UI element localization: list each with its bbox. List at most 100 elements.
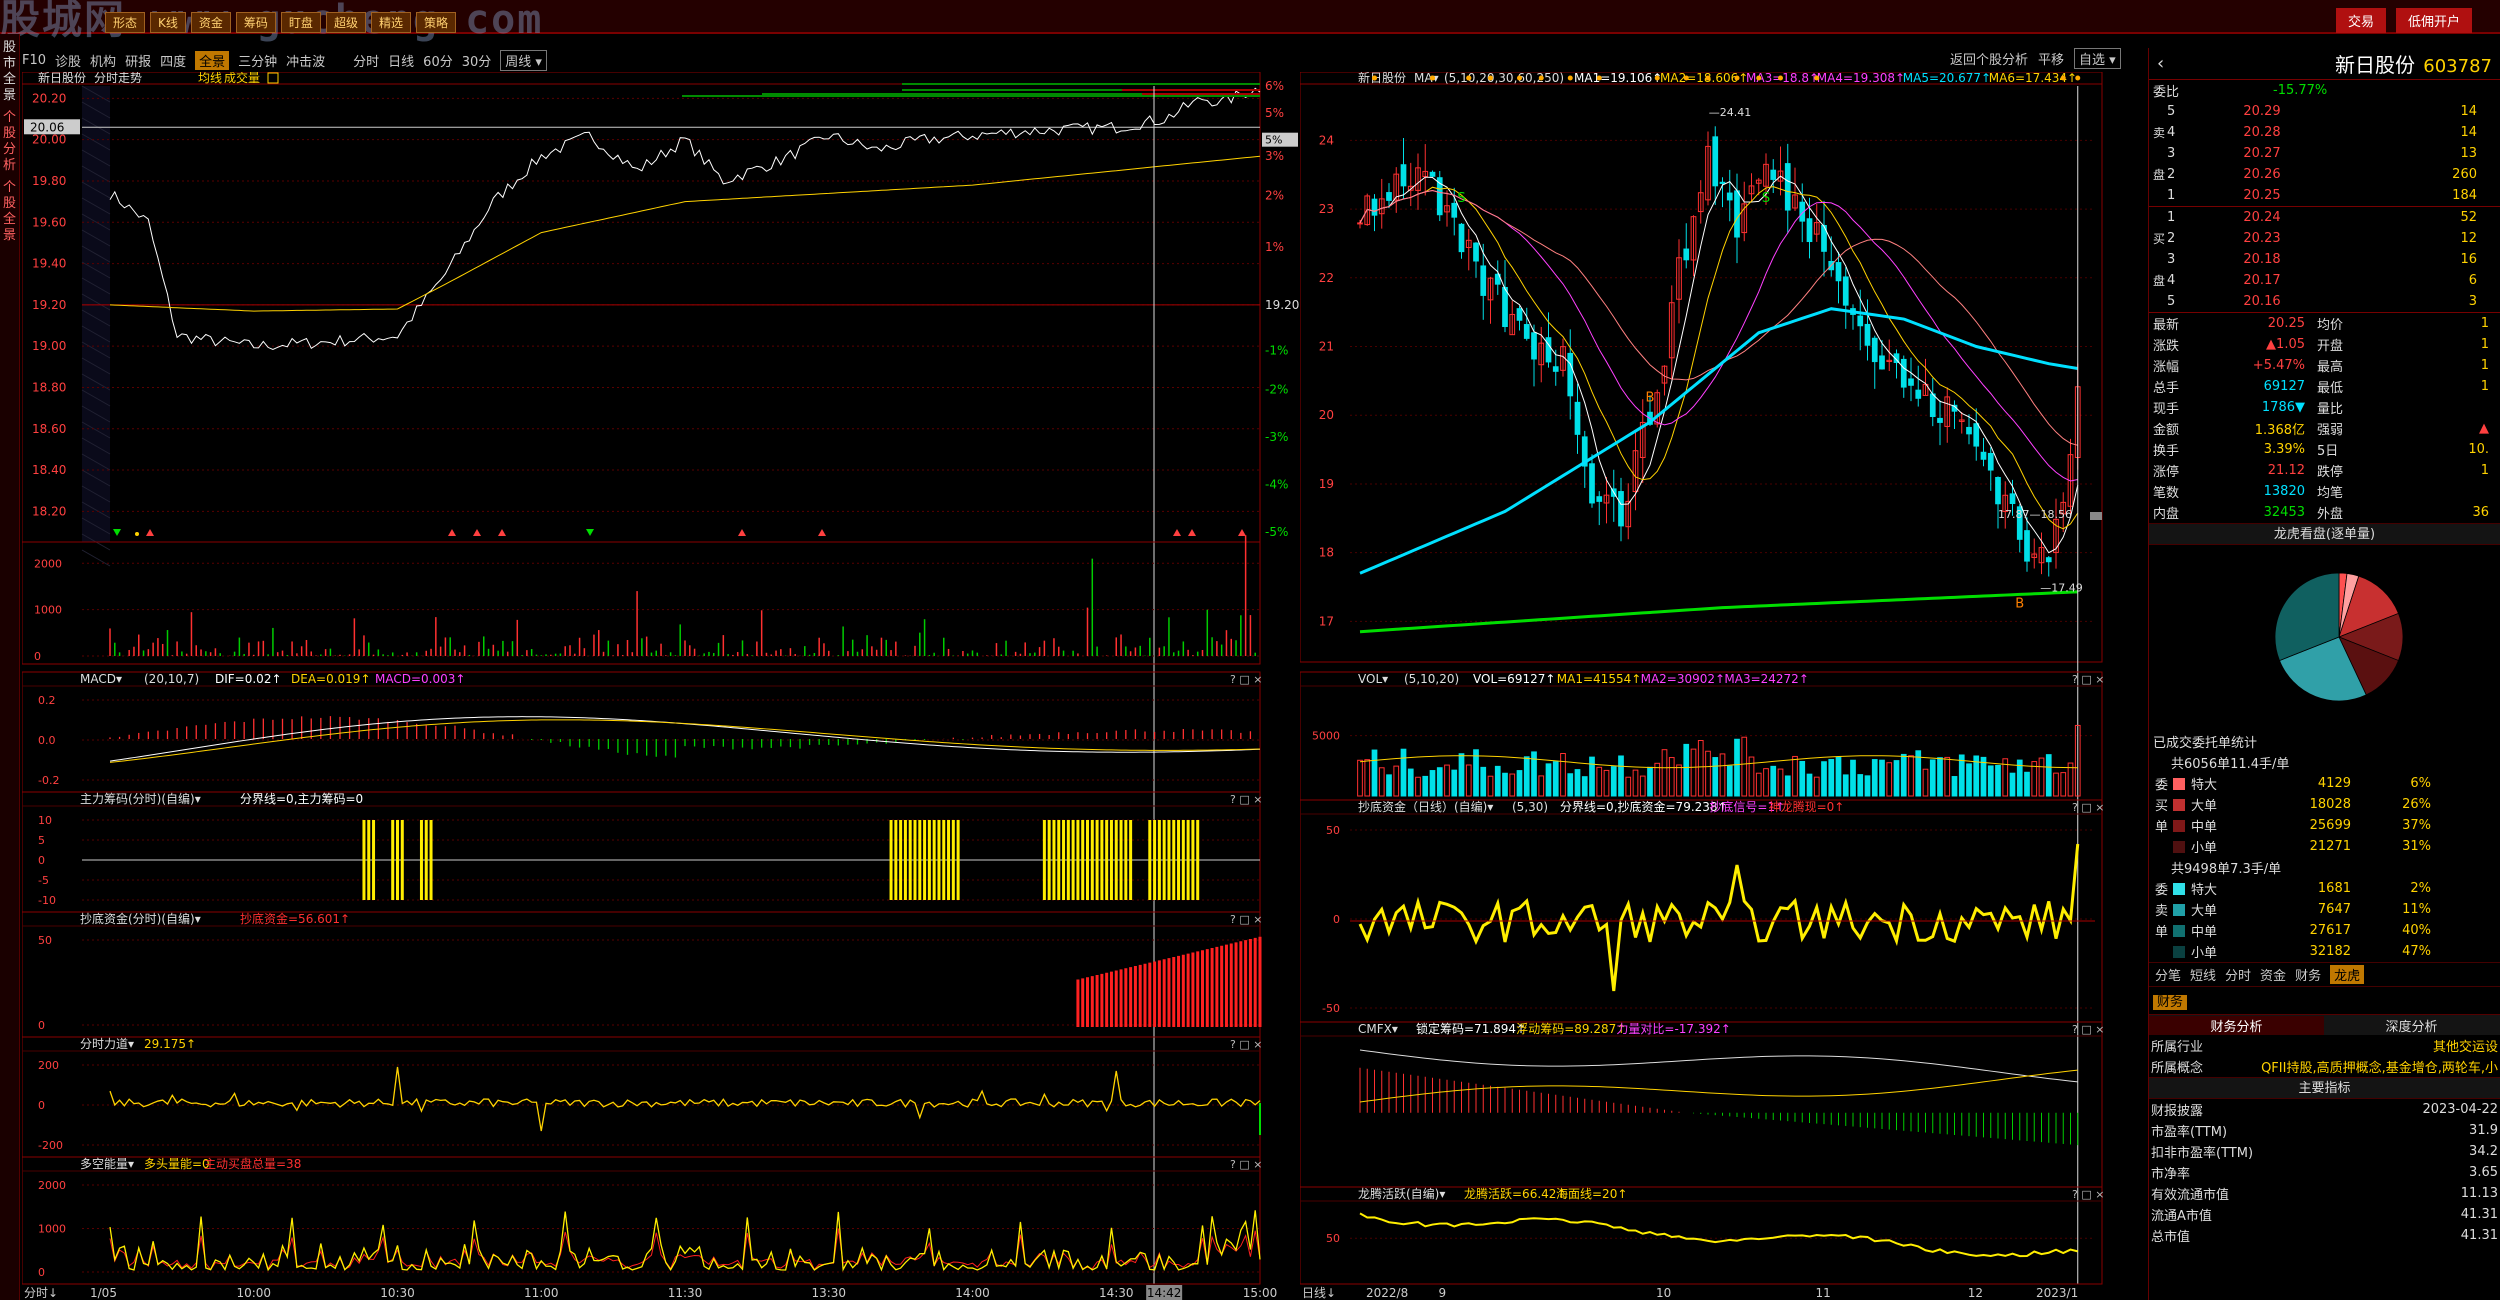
price-tick: 18.40 [32,463,66,477]
order-pct: 37% [2402,818,2431,833]
toolbar-item-2[interactable]: 机构 [90,51,116,70]
time-label-0: 1/05 [90,1286,117,1300]
quote-tab-3[interactable]: 资金 [2260,965,2286,984]
stock-code: 603787 [2423,56,2492,77]
indicator-select-icon[interactable] [267,72,279,84]
menu-item-6[interactable]: 精选 [370,12,411,33]
quote-tab-2[interactable]: 分时 [2225,965,2251,984]
stat-value2: ▲ [2479,421,2489,436]
menu-item-7[interactable]: 策略 [415,12,456,33]
period-0[interactable]: 分时 [353,51,379,70]
indicator-key: 流通A市值 [2151,1209,2212,1224]
toolbar-item-0[interactable]: F10 [22,53,46,68]
bottom-fund-bar [1220,945,1224,1027]
chip-bar [1057,820,1061,900]
order-size-label: 小单 [2191,946,2218,961]
menu-item-0[interactable]: 形态 [105,12,146,33]
trade-button[interactable]: 交易 [2335,8,2386,33]
left-subpanel-tick: 0 [38,1266,45,1279]
chip-bar [391,820,395,900]
vol-bar [1951,776,1958,797]
bottom-fund-bar [1210,948,1214,1027]
toolbar-item-1[interactable]: 诊股 [55,51,81,70]
toolbar-item-4[interactable]: 四度 [160,51,186,70]
panel-controls: ? □ × [1230,1158,1262,1171]
period-3[interactable]: 30分 [462,51,492,70]
open-account-button[interactable]: 低佣开户 [2395,8,2472,33]
stat-value2: 10. [2468,442,2489,457]
chip-bar [908,820,912,900]
left-subpanel-tick: 0 [38,1019,45,1032]
quote-panel: ‹ 新日股份 603787 委比 -15.77% 5 20.29 14 卖 4 20.28 1… [2148,48,2500,1300]
candle-body [1842,276,1849,306]
stat-key2: 最高 [2317,360,2344,375]
right-subpanel-params-1: (5,30) [1512,800,1548,814]
vol-bar [1726,765,1733,797]
date-label-0: 2022/8 [1366,1286,1408,1300]
self-select-dropdown[interactable]: 自选 ▾ [2074,48,2121,69]
finance-tab[interactable]: 财务 [2153,995,2188,1010]
candle-body [1726,192,1733,201]
vol-bar [1589,756,1595,797]
signal-triangle-down [586,529,594,536]
toolbar-item2-1[interactable]: 冲击波 [286,51,325,70]
kline-y-tick: 17 [1319,614,1334,628]
flat-button[interactable]: 平移 [2038,49,2064,68]
stat-value: 32453 [2263,505,2305,520]
stat-row-1: 涨跌 ▲1.05 开盘 1 [2151,334,2498,355]
buy-swatch [2173,819,2185,832]
active-line [1359,1212,2078,1258]
kline-chart-area[interactable]: 新日股份 MA▾ (5,10,20,30,60,250) MA1=19.106↑MA2… [1300,72,2122,1300]
pie-title: 龙虎看盘(逐单量) [2149,523,2500,545]
candle-body [1523,324,1530,339]
finance-analysis-tab[interactable]: 财务分析 [2149,1015,2324,1035]
toolbar-item-3[interactable]: 研报 [125,51,151,70]
vertical-tab-1[interactable]: 个股分析 [3,110,17,174]
period-1[interactable]: 日线 [388,51,414,70]
menu-item-4[interactable]: 盯盘 [280,12,321,33]
quote-tab-0[interactable]: 分笔 [2155,965,2181,984]
bottom-fund-bar [1253,937,1257,1027]
vertical-tab-0[interactable]: 股市全景 [3,40,17,104]
menu-item-3[interactable]: 筹码 [235,12,276,33]
sell-swatch [2173,903,2185,916]
chip-bar [1177,820,1181,900]
period-2[interactable]: 60分 [423,51,453,70]
candle-body [1618,491,1624,527]
menu-item-5[interactable]: 超级 [325,12,366,33]
bottom-fund-bar [1215,946,1219,1027]
toolbar-selected-quanjing[interactable]: 全景 [195,50,230,70]
vol-bar [1451,769,1458,797]
chip-bar [1153,820,1157,900]
order-count: 25699 [2309,818,2351,833]
deep-analysis-tab[interactable]: 深度分析 [2324,1016,2499,1035]
menu-item-1[interactable]: K线 [150,12,186,33]
vol-bar [1400,748,1407,797]
book-price: 20.18 [2243,252,2281,267]
vol-bar [1647,766,1653,797]
vol-bar [1734,738,1740,797]
order-side-label: 卖 [2155,904,2169,919]
sell-swatch [2173,882,2185,895]
intraday-chart-area[interactable]: 新日股份 分时走势 均线 成交量20.2020.0620.00 5%19.8019.60… [22,72,1300,1300]
vol-bar [1966,763,1972,797]
period-4[interactable]: 周线 ▾ [500,49,547,71]
panel-controls: ? □ × [1230,793,1262,806]
signal-triangle-up [1188,529,1196,536]
ma-params: (5,10,20,30,60,250) [1444,72,1564,85]
order-size-label: 中单 [2191,820,2218,835]
toolbar-item2-0[interactable]: 三分钟 [238,51,277,70]
time-label-1: 10:00 [236,1286,271,1300]
quote-tab-4[interactable]: 财务 [2295,965,2321,984]
chip-bar [932,820,936,900]
back-to-analysis-button[interactable]: 返回个股分析 [1950,49,2028,68]
bottom-fund-bar [1086,977,1089,1027]
quote-tab-5[interactable]: 龙虎 [2330,965,2365,984]
chip-bar [1119,820,1123,900]
back-icon[interactable]: ‹ [2157,53,2164,74]
quote-tab-1[interactable]: 短线 [2190,965,2216,984]
panel-controls: ? □ × [1230,1038,1262,1051]
menu-item-2[interactable]: 资金 [190,12,231,33]
vertical-tab-2[interactable]: 个股全景 [3,180,17,244]
vol-bar [1502,772,1508,797]
